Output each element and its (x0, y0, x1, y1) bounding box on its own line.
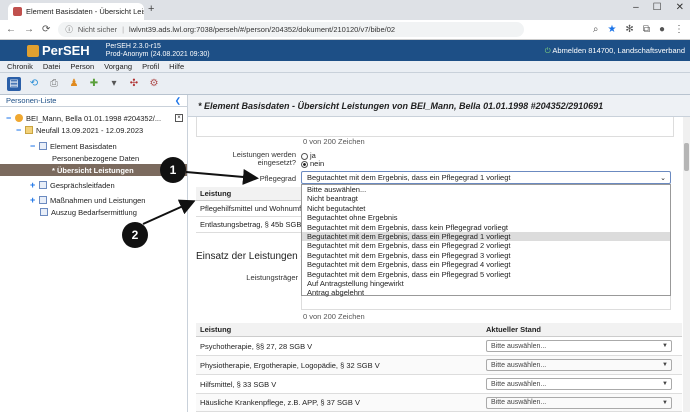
callout-2: 2 (122, 222, 148, 248)
arrow-1 (185, 168, 259, 185)
callout-1: 1 (160, 157, 186, 183)
arrow-2 (142, 199, 196, 225)
annotation-arrows (142, 168, 259, 225)
